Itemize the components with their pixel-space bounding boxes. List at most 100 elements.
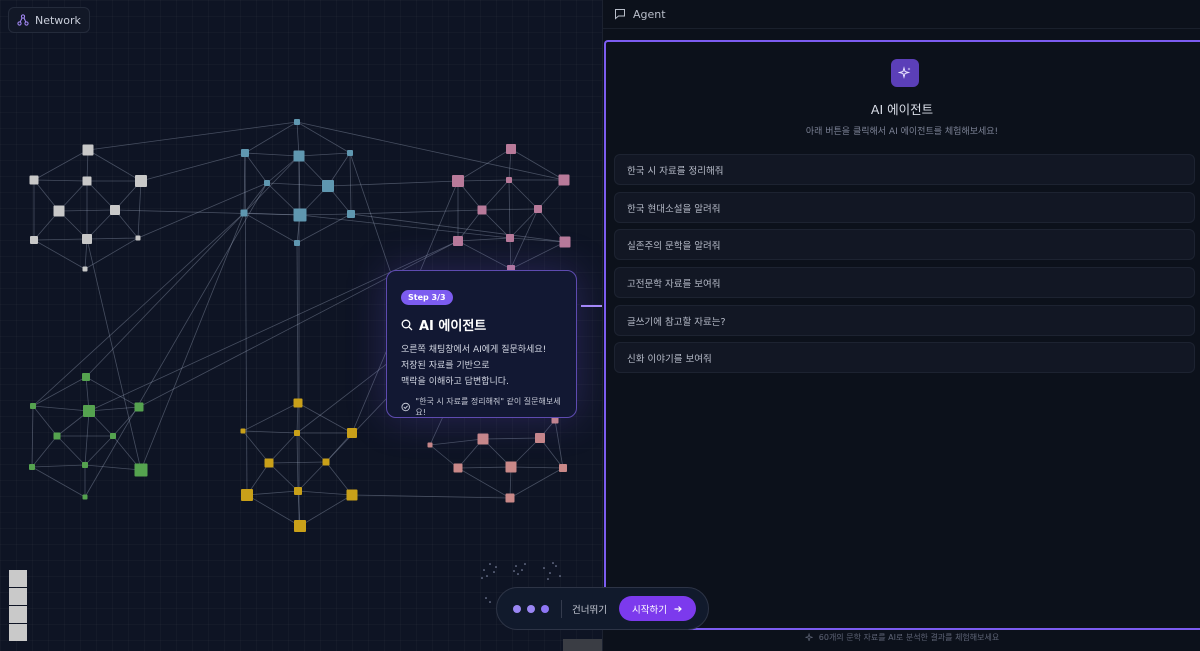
- suggestion-button[interactable]: 신화 이야기를 보여줘: [614, 342, 1195, 373]
- graph-node[interactable]: [347, 150, 353, 156]
- graph-edge: [33, 149, 89, 181]
- graph-edge: [457, 148, 512, 182]
- graph-node[interactable]: [30, 403, 36, 409]
- graph-node[interactable]: [293, 208, 307, 222]
- graph-node[interactable]: [82, 373, 90, 381]
- graph-edge: [140, 212, 245, 471]
- skip-button[interactable]: 건너뛰기: [572, 602, 607, 616]
- suggestion-button[interactable]: 한국 시 자료를 정리해줘: [614, 154, 1195, 185]
- graph-edge: [351, 494, 511, 499]
- graph-edge: [509, 467, 564, 499]
- start-button[interactable]: 시작하기: [618, 596, 696, 621]
- graph-node[interactable]: [322, 180, 334, 192]
- graph-node[interactable]: [427, 442, 433, 448]
- graph-node[interactable]: [506, 144, 516, 154]
- network-tab[interactable]: Network: [8, 7, 90, 33]
- graph-node[interactable]: [294, 487, 302, 495]
- graph-node[interactable]: [82, 144, 94, 156]
- graph-node[interactable]: [347, 210, 355, 218]
- graph-edge: [268, 462, 299, 492]
- graph-node[interactable]: [241, 489, 253, 501]
- graph-edge: [33, 238, 88, 241]
- graph-node[interactable]: [559, 464, 567, 472]
- suggestion-button[interactable]: 한국 현대소설을 알려줘: [614, 192, 1195, 223]
- graph-node[interactable]: [240, 209, 248, 217]
- graph-node[interactable]: [347, 428, 357, 438]
- graph-node[interactable]: [535, 433, 545, 443]
- graph-node[interactable]: [453, 236, 463, 246]
- graph-node[interactable]: [110, 433, 116, 439]
- graph-node[interactable]: [30, 236, 38, 244]
- agent-footer-text: 60개의 문학 자료를 AI로 분석한 결과를 체험해보세요: [818, 633, 1000, 642]
- graph-node[interactable]: [506, 234, 514, 242]
- graph-node[interactable]: [346, 489, 358, 501]
- tooltip-title: AI 에이전트: [401, 315, 562, 334]
- suggestion-button[interactable]: 글쓰기에 참고할 자료는?: [614, 305, 1195, 336]
- graph-node[interactable]: [241, 149, 249, 157]
- tooltip-line: 오른쪽 채팅창에서 AI에게 질문하세요!: [401, 345, 547, 355]
- step-badge: Step 3/3: [401, 290, 453, 305]
- graph-edge: [481, 208, 539, 211]
- step-dot[interactable]: [513, 604, 521, 613]
- graph-edge: [457, 467, 511, 499]
- graph-node[interactable]: [293, 398, 303, 408]
- suggestion-button[interactable]: 고전문학 자료를 보여줘: [614, 267, 1195, 298]
- graph-node[interactable]: [264, 180, 270, 186]
- graph-node[interactable]: [558, 174, 570, 186]
- tooltip-line: 저장된 자료를 기반으로: [401, 361, 490, 371]
- graph-node[interactable]: [534, 205, 542, 213]
- graph-edge: [266, 182, 329, 187]
- network-icon: [17, 14, 29, 26]
- graph-node[interactable]: [82, 266, 88, 272]
- agent-logo: [891, 59, 919, 87]
- suggestion-button[interactable]: 실존주의 문학을 알려줘: [614, 229, 1195, 260]
- graph-edge: [554, 419, 564, 469]
- graph-node[interactable]: [477, 205, 487, 215]
- step-dot[interactable]: [527, 604, 535, 613]
- graph-edge: [268, 432, 298, 464]
- graph-node[interactable]: [293, 150, 305, 162]
- graph-edge: [510, 466, 564, 469]
- graph-node[interactable]: [322, 458, 330, 466]
- graph-node[interactable]: [294, 520, 306, 532]
- graph-node[interactable]: [506, 177, 512, 183]
- graph-node[interactable]: [82, 462, 88, 468]
- graph-node[interactable]: [110, 205, 120, 215]
- graph-node[interactable]: [83, 405, 95, 417]
- graph-node[interactable]: [82, 234, 92, 244]
- graph-node[interactable]: [452, 175, 464, 187]
- graph-node[interactable]: [505, 493, 515, 503]
- graph-edge: [244, 152, 268, 184]
- step-dot-active[interactable]: [541, 604, 549, 613]
- graph-node[interactable]: [135, 175, 147, 187]
- graph-node[interactable]: [82, 176, 92, 186]
- graph-node[interactable]: [264, 458, 274, 468]
- graph-node[interactable]: [453, 463, 463, 473]
- graph-node[interactable]: [240, 428, 246, 434]
- graph-edge: [429, 438, 484, 446]
- graph-edge: [457, 179, 510, 182]
- panel-resize-handle[interactable]: [563, 639, 602, 651]
- tour-tooltip: Step 3/3 AI 에이전트 오른쪽 채팅창에서 AI에게 질문하세요! 저…: [386, 270, 577, 418]
- graph-node[interactable]: [29, 175, 39, 185]
- graph-node[interactable]: [134, 402, 144, 412]
- graph-node[interactable]: [559, 236, 571, 248]
- graph-node[interactable]: [53, 205, 65, 217]
- graph-node[interactable]: [134, 463, 148, 477]
- graph-node[interactable]: [135, 235, 141, 241]
- graph-edge: [299, 213, 352, 216]
- graph-edge: [457, 240, 512, 270]
- graph-node[interactable]: [82, 494, 88, 500]
- graph-node[interactable]: [294, 240, 300, 246]
- agent-title: AI 에이전트: [870, 102, 934, 117]
- graph-node[interactable]: [477, 433, 489, 445]
- graph-node[interactable]: [294, 119, 300, 125]
- graph-node[interactable]: [505, 461, 517, 473]
- tooltip-body: 오른쪽 채팅창에서 AI에게 질문하세요! 저장된 자료를 기반으로 맥락을 이…: [401, 342, 562, 390]
- graph-node[interactable]: [294, 430, 300, 436]
- graph-node[interactable]: [53, 432, 61, 440]
- graph-edge: [510, 148, 565, 181]
- graph-edge: [509, 208, 539, 239]
- graph-edge: [137, 182, 268, 239]
- graph-node[interactable]: [29, 464, 35, 470]
